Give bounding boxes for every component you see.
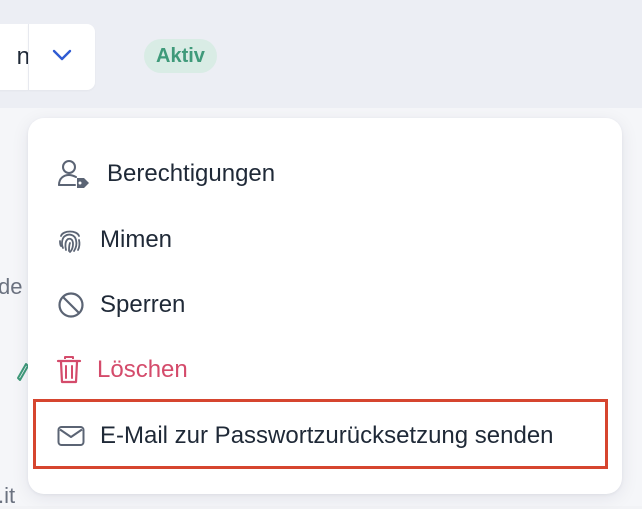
menu-item-delete[interactable]: Löschen	[28, 338, 622, 402]
menu-item-impersonate[interactable]: Mimen	[28, 208, 622, 272]
menu-item-permissions[interactable]: Berechtigungen	[28, 142, 622, 206]
status-badge: Aktiv	[144, 39, 217, 73]
page-header	[0, 0, 642, 108]
actions-dropdown-menu: Berechtigungen Mimen Sperren Löschen E-M…	[28, 118, 622, 494]
chevron-down-icon	[51, 48, 73, 67]
menu-item-send-password-reset[interactable]: E-Mail zur Passwortzurücksetzung senden	[28, 404, 622, 468]
envelope-icon	[57, 425, 85, 447]
menu-item-label: Mimen	[100, 226, 173, 253]
dropdown-toggle-button[interactable]	[28, 24, 95, 90]
fingerprint-icon	[57, 226, 83, 254]
background-text-fragment: de	[0, 274, 23, 299]
menu-item-label: Löschen	[97, 356, 188, 383]
split-button-main[interactable]: n	[0, 24, 30, 90]
menu-item-label: Sperren	[100, 291, 186, 318]
menu-item-label: Berechtigungen	[107, 160, 276, 187]
menu-item-block[interactable]: Sperren	[28, 273, 622, 337]
trash-icon	[56, 355, 82, 385]
ban-icon	[57, 291, 85, 319]
background-text-fragment: .it	[0, 483, 16, 508]
user-tag-icon	[56, 159, 92, 189]
menu-item-label: E-Mail zur Passwortzurücksetzung senden	[100, 422, 554, 449]
